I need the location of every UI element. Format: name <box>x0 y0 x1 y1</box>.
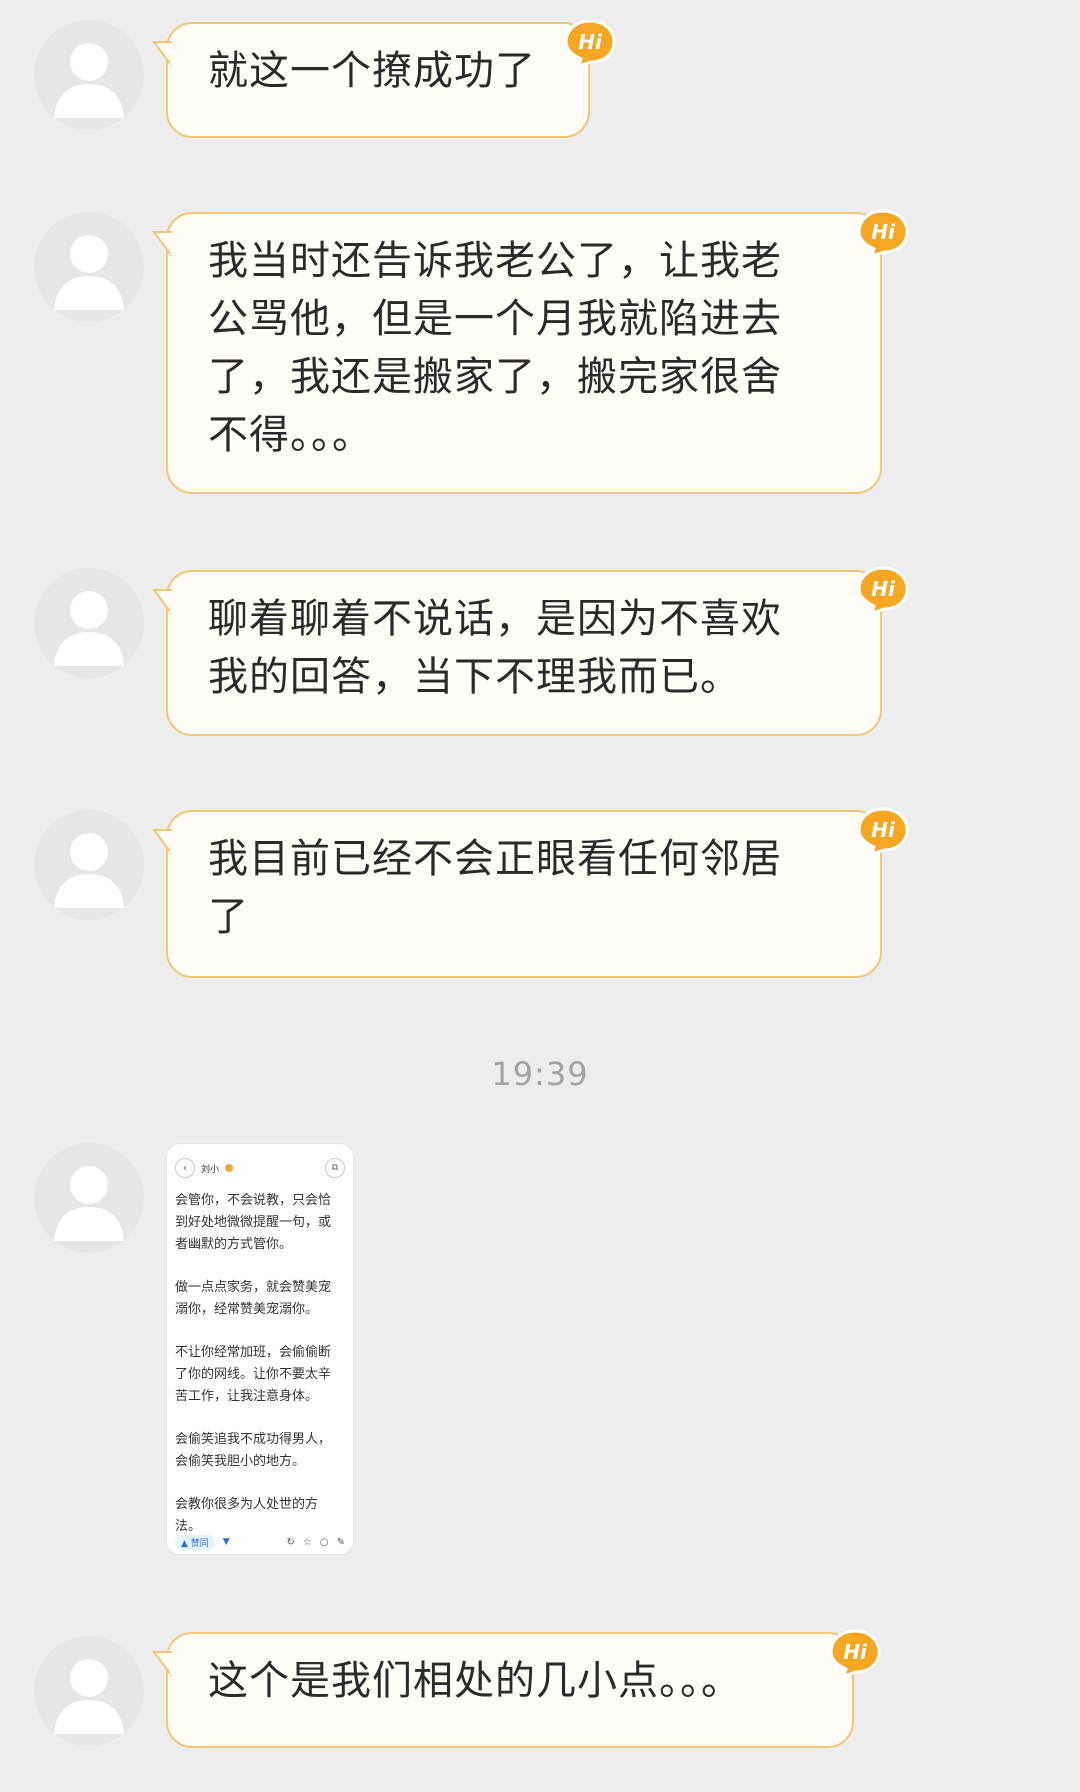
message-bubble[interactable]: 这个是我们相处的几小点。。。 <box>152 1632 854 1748</box>
hi-badge-icon: Hi <box>856 565 910 615</box>
avatar[interactable] <box>34 20 144 130</box>
share-icon: ⧉ <box>325 1158 345 1178</box>
user-silhouette-icon <box>54 235 124 310</box>
back-icon: ‹ <box>175 1158 195 1178</box>
user-silhouette-icon <box>54 1166 124 1241</box>
screenshot-body: 会管你，不会说教，只会恰 到好处地微微提醒一句，或 者幽默的方式管你。 做一点点… <box>175 1190 345 1554</box>
bubble-tail <box>152 588 172 616</box>
svg-text:Hi: Hi <box>578 30 603 54</box>
screenshot-paragraph: 不让你经常加班，会偷偷断 了你的网线。让你不要太辛 苦工作，让我注意身体。 <box>175 1345 332 1404</box>
avatar[interactable] <box>34 1636 144 1746</box>
message-bubble[interactable]: 就这一个撩成功了 <box>152 22 590 138</box>
comment-icon: ○ <box>319 1536 329 1548</box>
message-text: 我当时还告诉我老公了，让我老 公骂他，但是一个月我就陷进去 了，我还是搬家了，搬… <box>208 238 782 458</box>
user-silhouette-icon <box>54 591 124 666</box>
message-text: 我目前已经不会正眼看任何邻居 了 <box>208 836 782 940</box>
hi-badge-icon: Hi <box>828 1628 882 1678</box>
timestamp: 19:39 <box>491 1055 589 1093</box>
star-icon: ☆ <box>302 1536 312 1548</box>
message-bubble[interactable]: 我当时还告诉我老公了，让我老 公骂他，但是一个月我就陷进去 了，我还是搬家了，搬… <box>152 212 882 494</box>
bubble-tail <box>152 40 172 68</box>
downvote-icon: ▼ <box>222 1537 230 1547</box>
message-bubble[interactable]: 聊着聊着不说话，是因为不喜欢 我的回答，当下不理我而已。 <box>152 570 882 736</box>
hi-badge-icon: Hi <box>856 806 910 856</box>
message-text: 就这一个撩成功了 <box>208 48 536 94</box>
message-bubble[interactable]: 我目前已经不会正眼看任何邻居 了 <box>152 810 882 978</box>
screenshot-paragraph: 做一点点家务，就会赞美宠 溺你，经常赞美宠溺你。 <box>175 1280 332 1317</box>
upvote-pill: ▲ 赞同 <box>175 1534 215 1550</box>
user-silhouette-icon <box>54 833 124 908</box>
bubble-tail <box>152 828 172 856</box>
badge-dot-icon <box>225 1164 234 1172</box>
screenshot-header: ‹ 刘小 ⧉ <box>175 1158 345 1178</box>
avatar[interactable] <box>34 810 144 920</box>
edit-icon: ✎ <box>336 1536 345 1548</box>
image-message[interactable]: ‹ 刘小 ⧉ 会管你，不会说教，只会恰 到好处地微微提醒一句，或 者幽默的方式管… <box>166 1143 354 1555</box>
user-silhouette-icon <box>54 1659 124 1734</box>
user-silhouette-icon <box>54 43 124 118</box>
screenshot-footer: ▲ 赞同 ▼ ↻ ☆ ○ ✎ <box>175 1532 345 1552</box>
avatar[interactable] <box>34 1143 144 1253</box>
message-text: 这个是我们相处的几小点。。。 <box>208 1658 742 1704</box>
message-text: 聊着聊着不说话，是因为不喜欢 我的回答，当下不理我而已。 <box>208 596 782 700</box>
hi-badge-icon: Hi <box>856 208 910 258</box>
screenshot-title: 刘小 <box>201 1164 220 1175</box>
hi-badge-icon: Hi <box>563 18 617 68</box>
avatar[interactable] <box>34 212 144 322</box>
avatar[interactable] <box>34 568 144 678</box>
svg-text:Hi: Hi <box>871 818 896 842</box>
refresh-icon: ↻ <box>286 1536 295 1548</box>
bubble-tail <box>152 230 172 258</box>
svg-text:Hi: Hi <box>871 577 896 601</box>
screenshot-paragraph: 会管你，不会说教，只会恰 到好处地微微提醒一句，或 者幽默的方式管你。 <box>175 1193 332 1252</box>
screenshot-paragraph: 会偷笑追我不成功得男人， 会偷笑我胆小的地方。 <box>175 1432 332 1469</box>
svg-text:Hi: Hi <box>871 220 896 244</box>
svg-text:Hi: Hi <box>843 1640 868 1664</box>
bubble-tail <box>152 1650 172 1678</box>
